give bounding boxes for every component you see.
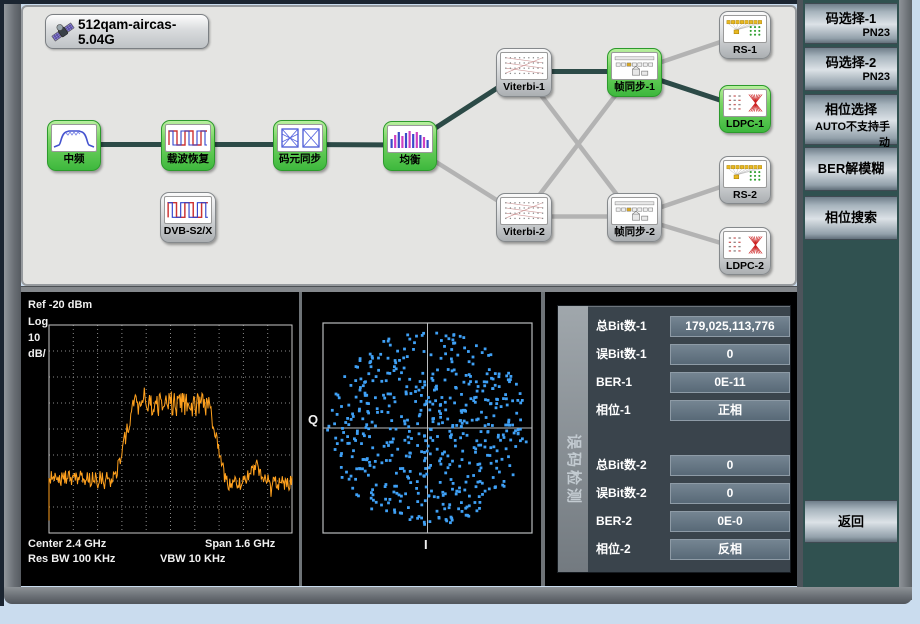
sidebar-button-label: 相位搜索 [805,197,897,239]
diagram-block-label: 均衡 [384,153,436,168]
trellis-icon [500,197,548,225]
sidebar-button-4[interactable]: BER解模糊 [805,147,897,191]
signal-profile-label: 512qam-aircas-5.04G [78,17,208,47]
ber-row-value: 反相 [670,539,790,560]
spectrum-rbw-label: Res BW 100 KHz [28,553,115,565]
bars-icon [387,125,433,153]
eyes-icon [277,124,323,152]
ber-row-value: 0 [670,344,790,365]
constellation-i-label: I [424,537,428,552]
sidebar-button-3[interactable]: 相位选择AUTO不支持手动 [805,94,897,145]
ber-row-value: 0E-0 [670,511,790,532]
diagram-block-dvb[interactable]: DVB-S2/X [160,192,216,243]
sidebar-button-value: AUTO不支持手动 [805,118,897,150]
ber-row-value: 正相 [670,400,790,421]
sidebar-button-label: 码选择-1 [805,4,897,27]
sidebar-button-1[interactable]: 码选择-1PN23 [805,3,897,44]
frame-icon [611,52,658,80]
ber-row-value: 0E-11 [670,372,790,393]
spectrum-analyzer-panel: Ref -20 dBm Log 10 dB/ Center 2.4 GHz Sp… [21,292,299,586]
ber-row-label: 总Bit数-1 [596,316,668,337]
diagram-block-label: 码元同步 [274,152,326,167]
window-frame-top [0,0,911,4]
diagram-block-junheng[interactable]: 均衡 [383,121,437,171]
diagram-block-label: 载波恢复 [162,152,214,167]
ber-row-label: 总Bit数-2 [596,455,668,476]
ber-side-label: 误码检测 [558,418,588,522]
sidebar-button-value: PN23 [805,71,897,83]
window-frame-left [4,4,21,601]
frame-icon [611,197,658,225]
ber-row-label: 误Bit数-2 [596,483,668,504]
spectrum-span-label: Span 1.6 GHz [205,538,275,550]
return-button[interactable]: 返回 [805,500,897,543]
sidebar-button-label: 相位选择 [805,95,897,118]
diagram-block-label: 帧同步-2 [608,225,661,240]
sidebar-button-label: BER解模糊 [805,148,897,190]
spectrum-vbw-label: VBW 10 KHz [160,553,225,565]
diagram-block-zhen1[interactable]: 帧同步-1 [607,48,662,97]
constellation-panel: Q I [302,292,541,586]
diagram-block-label: Viterbi-2 [497,225,551,240]
sidebar-button-2[interactable]: 码选择-2PN23 [805,47,897,91]
diagram-block-ldpc2[interactable]: LDPC-2 [719,227,771,275]
ber-row-label: BER-1 [596,372,668,393]
ber-row-label: 相位-2 [596,539,668,560]
diagram-block-ldpc1[interactable]: LDPC-1 [719,85,771,133]
diagram-block-rs2[interactable]: RS-2 [719,156,771,204]
ber-row-value: 0 [670,455,790,476]
sidebar-button-value: PN23 [805,27,897,39]
diagram-block-zhen2[interactable]: 帧同步-2 [607,193,662,242]
diagram-block-label: LDPC-2 [720,259,770,274]
rs-icon [723,160,767,188]
constellation-chart [302,292,541,586]
diagram-block-label: 帧同步-1 [608,80,661,95]
ber-row-label: 误Bit数-1 [596,344,668,365]
app-window: 512qam-aircas-5.04G 中频 载波恢复 码元同步 均衡 DVB-S2/X… [0,0,920,624]
window-frame-right [899,0,912,600]
ber-row-value: 0 [670,483,790,504]
ber-side-strip: 误码检测 [558,306,588,572]
diagram-block-viterbi2[interactable]: Viterbi-2 [496,193,552,242]
diagram-block-label: RS-1 [720,43,770,58]
diagram-block-label: RS-2 [720,188,770,203]
diagram-block-zaibo[interactable]: 载波恢复 [161,120,215,171]
spectrum-icon [51,124,97,152]
diagram-block-label: LDPC-1 [720,117,770,132]
diagram-block-mayuan[interactable]: 码元同步 [273,120,327,171]
constellation-q-label: Q [308,412,318,427]
ber-statistics-panel: 误码检测 总Bit数-1179,025,113,776误Bit数-10BER-1… [545,292,797,586]
sidebar: 码选择-1PN23码选择-2PN23相位选择AUTO不支持手动BER解模糊相位搜… [797,0,899,587]
waves-icon [164,196,212,224]
return-button-label: 返回 [805,501,897,542]
sidebar-button-5[interactable]: 相位搜索 [805,196,897,240]
diagram-block-label: 中频 [48,152,100,167]
diagram-block-rs1[interactable]: RS-1 [719,11,771,59]
ber-row-label: BER-2 [596,511,668,532]
ldpc-icon [723,89,767,117]
rs-icon [723,15,767,43]
window-frame-bottom [4,587,912,604]
signal-profile-button[interactable]: 512qam-aircas-5.04G [45,14,209,49]
ber-inner-panel: 误码检测 总Bit数-1179,025,113,776误Bit数-10BER-1… [557,305,791,573]
diagram-block-viterbi1[interactable]: Viterbi-1 [496,48,552,97]
diagram-block-zhongpin[interactable]: 中频 [47,120,101,171]
sidebar-button-label: 码选择-2 [805,48,897,71]
trellis-icon [500,52,548,80]
signal-chain-diagram-panel: 512qam-aircas-5.04G 中频 载波恢复 码元同步 均衡 DVB-S2/X… [21,5,797,286]
ber-row-label: 相位-1 [596,400,668,421]
diagram-block-label: Viterbi-1 [497,80,551,95]
ldpc-icon [723,231,767,259]
satellite-icon [50,19,76,45]
waves-icon [165,124,211,152]
spectrum-center-label: Center 2.4 GHz [28,538,106,550]
ber-row-value: 179,025,113,776 [670,316,790,337]
diagram-block-label: DVB-S2/X [161,224,215,239]
